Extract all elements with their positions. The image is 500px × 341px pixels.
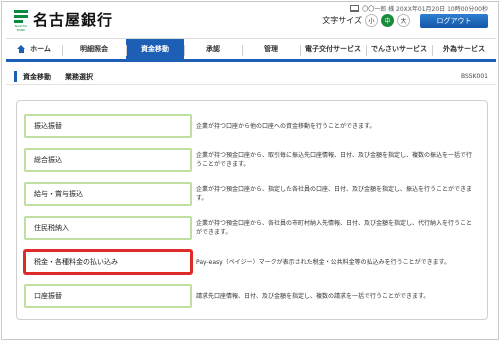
list-item: 住民税納入 企業が持つ預金口座から、各社員の市町村納入先情報、日付、及び金額を指… [24,214,480,242]
nav-item-label: 電子交付サービス [305,45,361,53]
row-description: 企業が持つ口座から他の口座への資金移動を行うことができます。 [196,122,376,130]
bulk-transfer-button[interactable]: 総合振込 [24,148,192,172]
nav-item-label: 外為サービス [443,45,485,53]
list-item: 総合振込 企業が持つ預金口座から、取引毎に振込先口座情報、日付、及び金額を指定し… [24,146,480,174]
nav-item-densai[interactable]: でんさいサービス [366,39,432,59]
nav-item-statements[interactable]: 明細照会 [62,39,126,59]
screen-code: BSSK001 [460,73,488,80]
mail-icon[interactable] [350,5,360,12]
row-description: 請求先口座情報、日付、及び金額を指定し、複数の請求を一括で行うことができます。 [196,292,430,300]
account-transfer-button[interactable]: 口座振替 [24,284,192,308]
nav-item-home[interactable]: ホーム [6,39,62,59]
transfer-button[interactable]: 振込振替 [24,114,192,138]
home-icon [17,45,26,53]
list-item: 給与・賞与振込 企業が持つ預金口座から、指定した各社員の口座、日付、及び金額を指… [24,180,480,208]
tax-fee-payment-button[interactable]: 税金・各種料金の払い込み [24,250,192,274]
font-size-large-button[interactable]: 大 [397,14,410,27]
nav-item-label: でんさいサービス [371,45,427,53]
font-size-medium-button[interactable]: 中 [381,14,394,27]
font-size-control: 文字サイズ 小 中 大 [322,14,410,27]
row-description: 企業が持つ預金口座から、指定した各社員の口座、日付、及び金額を指定し、振込を行う… [196,186,473,202]
nav-item-fund-transfer[interactable]: 資金移動 [126,39,184,59]
font-size-small-button[interactable]: 小 [365,14,378,27]
nav-item-forex[interactable]: 外為サービス [432,39,496,59]
nav-item-management[interactable]: 管理 [242,39,300,59]
logout-button[interactable]: ログアウト [420,14,488,28]
bank-name: 名古屋銀行 [33,11,114,29]
bank-logo[interactable]: NAGOYA BANK 名古屋銀行 [14,9,114,32]
main-nav: ホーム 明細照会 資金移動 承認 管理 電子交付サービス でんさいサービス 外為… [6,38,496,62]
resident-tax-button[interactable]: 住民税納入 [24,216,192,240]
list-item: 口座振替 請求先口座情報、日付、及び金額を指定し、複数の請求を一括で行うことがで… [24,282,480,310]
nav-item-e-delivery[interactable]: 電子交付サービス [300,39,366,59]
bank-logo-mark-icon: NAGOYA BANK [14,9,28,32]
nav-item-label: 明細照会 [80,45,108,53]
section-title: 資金移動 [23,72,51,81]
user-info: 〇〇一郎 様 20XX年01月20日 10時00分00秒 [350,4,488,13]
page-title-bar: 資金移動 業務選択 BSSK001 [6,69,496,85]
service-selection-panel: 振込振替 企業が持つ口座から他の口座への資金移動を行うことができます。 総合振込… [16,100,488,320]
nav-item-approval[interactable]: 承認 [184,39,242,59]
nav-item-label: 承認 [206,45,220,53]
page-title: 業務選択 [65,72,93,81]
row-description: 企業が持つ預金口座から、各社員の市町村納入先情報、日付、及び金額を指定し、代行納… [196,220,473,236]
nav-item-label: 管理 [264,45,278,53]
user-name-datetime: 〇〇一郎 様 20XX年01月20日 10時00分00秒 [362,6,488,13]
app-window: NAGOYA BANK 名古屋銀行 〇〇一郎 様 20XX年01月20日 10時… [1,1,499,340]
nav-item-label: ホーム [30,45,51,53]
font-size-label: 文字サイズ [322,16,362,25]
row-description: 企業が持つ預金口座から、取引毎に振込先口座情報、日付、及び金額を指定し、複数の振… [196,152,473,168]
row-description: Pay-easy（ペイジー）マークが表示された税金・公共料金等の払込みを行うこと… [196,258,451,266]
title-marker [14,71,17,82]
nav-item-label: 資金移動 [141,45,169,53]
list-item: 税金・各種料金の払い込み Pay-easy（ペイジー）マークが表示された税金・公… [24,248,480,276]
salary-transfer-button[interactable]: 給与・賞与振込 [24,182,192,206]
list-item: 振込振替 企業が持つ口座から他の口座への資金移動を行うことができます。 [24,112,480,140]
